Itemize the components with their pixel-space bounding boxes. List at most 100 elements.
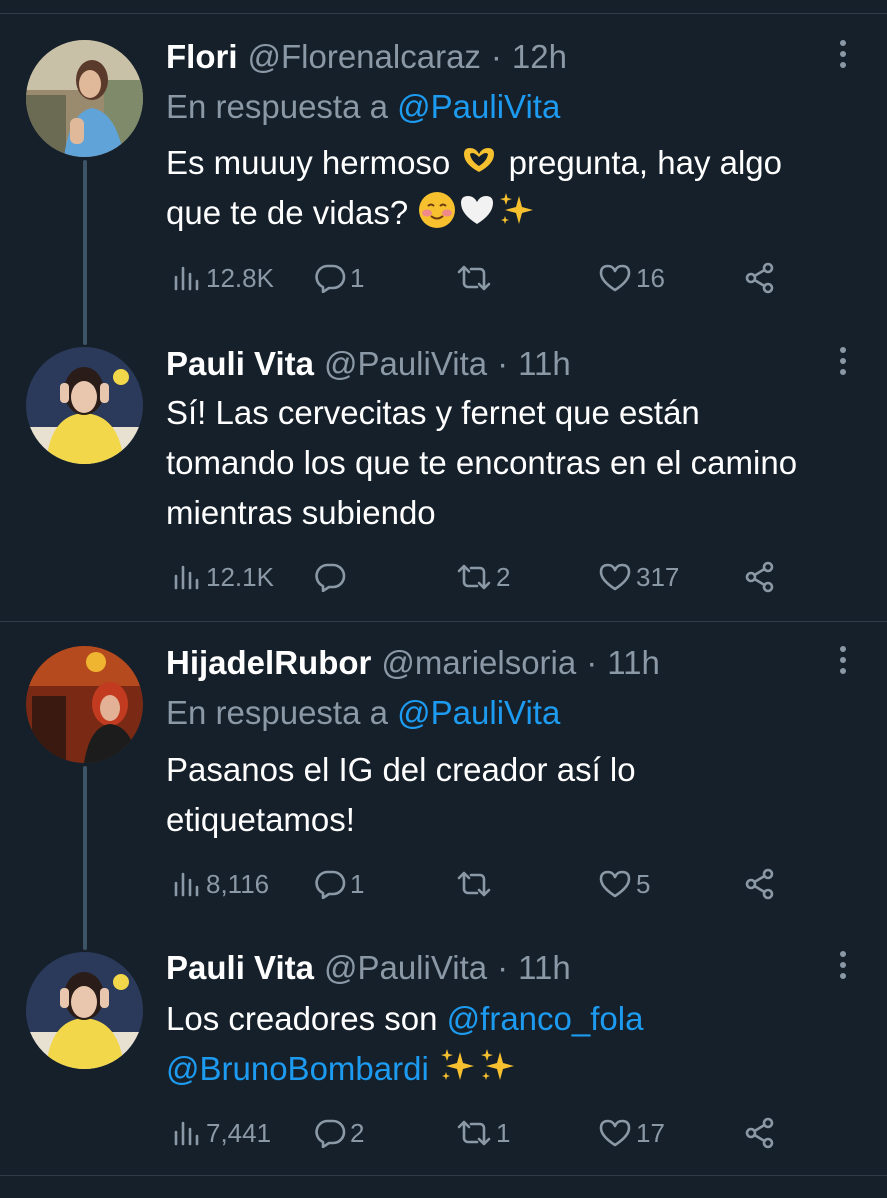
separator-dot: ·	[490, 38, 502, 75]
retweet-button[interactable]: 1	[456, 1113, 510, 1153]
retweet-arrows-icon	[457, 871, 491, 897]
bar-chart-icon	[174, 1121, 199, 1146]
share-button[interactable]	[744, 1113, 776, 1153]
mention-link[interactable]: @BrunoBombardi	[166, 1050, 429, 1087]
heart-icon	[599, 264, 631, 292]
views-count: 12.8K	[206, 262, 274, 293]
views-count: 12.1K	[206, 561, 274, 592]
speech-bubble-icon	[315, 870, 346, 899]
more-options-icon[interactable]	[830, 945, 856, 985]
share-nodes-icon	[745, 262, 774, 294]
more-options-icon[interactable]	[830, 640, 856, 680]
like-button[interactable]: 5	[598, 864, 650, 904]
retweet-button[interactable]	[456, 864, 496, 904]
user-handle[interactable]: @PauliVita	[324, 345, 487, 383]
share-button[interactable]	[744, 864, 776, 904]
smiling-face-emoji-icon	[417, 190, 457, 230]
tweet-text-part: Los creadores son	[166, 1000, 447, 1037]
retweet-count: 2	[496, 561, 511, 592]
like-count: 5	[636, 868, 651, 899]
reply-button[interactable]: 1	[314, 864, 364, 904]
tweet-header: Pauli Vita @PauliVita · 11h	[166, 949, 571, 989]
mention-link[interactable]: @franco_fola	[447, 1000, 644, 1037]
timestamp[interactable]: 12h	[512, 38, 567, 76]
views-button[interactable]: 7,441	[172, 1113, 271, 1153]
reply-to-link[interactable]: @PauliVita	[397, 694, 560, 731]
user-handle[interactable]: @Florenalcaraz	[248, 38, 481, 76]
separator-dot: ·	[497, 345, 509, 382]
display-name[interactable]: Pauli Vita	[166, 949, 314, 987]
avatar[interactable]	[26, 40, 143, 157]
reply-context: En respuesta a @PauliVita	[166, 88, 560, 126]
speech-bubble-icon	[315, 1119, 346, 1148]
reply-button[interactable]: 1	[314, 258, 364, 298]
tweet-header: Pauli Vita @PauliVita · 11h	[166, 345, 571, 385]
heart-icon	[599, 870, 631, 898]
retweet-count: 1	[496, 1117, 511, 1148]
retweet-arrows-icon	[457, 265, 491, 291]
reply-button[interactable]	[314, 557, 350, 597]
tweet-text: Sí! Las cervecitas y fernet que están to…	[166, 394, 798, 531]
avatar[interactable]	[26, 646, 143, 763]
views-button[interactable]: 8,116	[172, 864, 269, 904]
user-handle[interactable]: @marielsoria	[381, 644, 576, 682]
tweet-actions: 12.8K 1 16	[166, 258, 786, 298]
heart-icon	[599, 1119, 631, 1147]
views-button[interactable]: 12.8K	[172, 258, 274, 298]
display-name[interactable]: Pauli Vita	[166, 345, 314, 383]
reply-count: 2	[350, 1117, 365, 1148]
reply-to-link[interactable]: @PauliVita	[397, 88, 560, 125]
tweet-header: HijadelRubor @marielsoria · 11h	[166, 644, 660, 684]
retweet-arrows-icon	[457, 1120, 491, 1146]
sparkles-emoji-icon	[438, 1046, 478, 1086]
like-button[interactable]: 16	[598, 258, 665, 298]
timestamp[interactable]: 11h	[518, 949, 571, 987]
heart-hands-emoji-icon	[459, 140, 499, 180]
views-count: 7,441	[206, 1117, 272, 1148]
reply-prefix: En respuesta a	[166, 88, 398, 125]
share-nodes-icon	[745, 561, 774, 593]
speech-bubble-icon	[315, 563, 346, 592]
heart-icon	[599, 563, 631, 591]
reply-context: En respuesta a @PauliVita	[166, 694, 560, 732]
reply-prefix: En respuesta a	[166, 694, 398, 731]
avatar[interactable]	[26, 952, 143, 1069]
bar-chart-icon	[174, 872, 199, 897]
bottom-divider	[0, 1175, 887, 1176]
timestamp[interactable]: 11h	[518, 345, 571, 383]
retweet-button[interactable]	[456, 258, 496, 298]
more-options-icon[interactable]	[830, 341, 856, 381]
tweet-actions: 7,441 2 1 17	[166, 1113, 786, 1153]
retweet-button[interactable]: 2	[456, 557, 510, 597]
reply-count: 1	[350, 868, 365, 899]
white-heart-emoji-icon	[457, 190, 497, 230]
display-name[interactable]: Flori	[166, 38, 238, 76]
more-options-icon[interactable]	[830, 34, 856, 74]
views-count: 8,116	[206, 868, 270, 899]
retweet-arrows-icon	[457, 564, 491, 590]
tweet-text: Los creadores son @franco_fola @BrunoBomb…	[166, 994, 816, 1094]
views-button[interactable]: 12.1K	[172, 557, 274, 597]
tweet-text: Pasanos el IG del creador así lo etiquet…	[166, 751, 636, 838]
tweet-actions: 12.1K 2 317	[166, 557, 786, 597]
like-button[interactable]: 17	[598, 1113, 665, 1153]
like-button[interactable]: 317	[598, 557, 679, 597]
separator-dot: ·	[586, 644, 598, 681]
share-nodes-icon	[745, 868, 774, 900]
tweet-text-part: Es muuuy hermoso	[166, 144, 460, 181]
user-handle[interactable]: @PauliVita	[324, 949, 487, 987]
like-count: 17	[636, 1117, 665, 1148]
reply-button[interactable]: 2	[314, 1113, 364, 1153]
share-button[interactable]	[744, 258, 776, 298]
timestamp[interactable]: 11h	[607, 644, 660, 682]
display-name[interactable]: HijadelRubor	[166, 644, 371, 682]
separator-dot: ·	[497, 949, 509, 986]
reply-count: 1	[350, 262, 365, 293]
avatar[interactable]	[26, 347, 143, 464]
tweet-text: Es muuuy hermoso pregunta, hay algo que …	[166, 138, 816, 238]
tweet-header: Flori @Florenalcaraz · 12h	[166, 38, 567, 78]
share-nodes-icon	[745, 1117, 774, 1149]
bar-chart-icon	[174, 266, 199, 291]
speech-bubble-icon	[315, 264, 346, 293]
share-button[interactable]	[744, 557, 776, 597]
